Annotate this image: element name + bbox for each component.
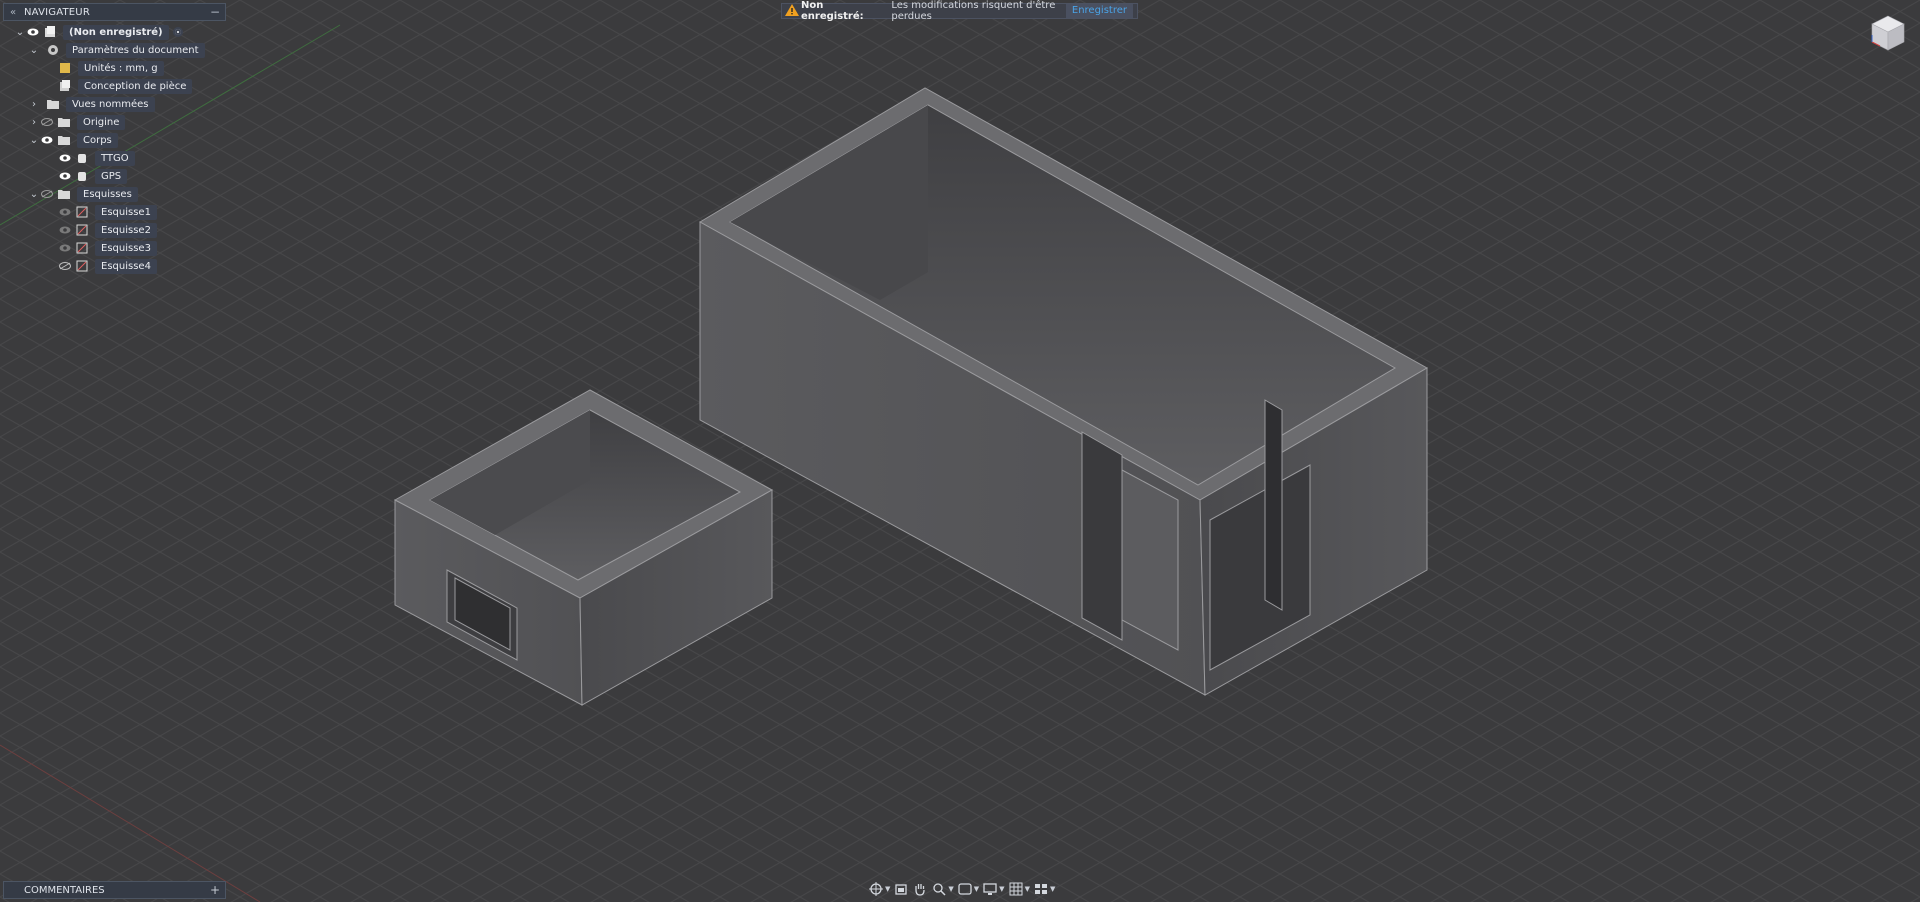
tree-item-label: Esquisse2	[95, 222, 157, 238]
minimize-panel-button[interactable]: −	[205, 5, 225, 19]
tree-item-label: Esquisse4	[95, 258, 157, 274]
tree-item-sketch-4[interactable]: Esquisse4	[58, 258, 157, 274]
3d-viewport[interactable]	[0, 0, 1920, 902]
warning-icon	[785, 3, 799, 19]
chevron-down-icon[interactable]: ▼	[1025, 885, 1030, 893]
eye-hidden-icon[interactable]	[58, 260, 72, 272]
unsaved-notification: Non enregistré: Les modifications risque…	[781, 0, 1138, 22]
look-at-button[interactable]	[893, 881, 909, 897]
sketch-icon	[75, 223, 89, 237]
pan-button[interactable]	[912, 881, 928, 897]
folder-icon	[57, 115, 71, 129]
tree-item-sketch-3[interactable]: Esquisse3	[58, 240, 157, 256]
eye-icon[interactable]	[26, 26, 40, 38]
eye-icon[interactable]	[58, 152, 72, 164]
eye-dim-icon[interactable]	[58, 242, 72, 254]
tree-item-label: (Non enregistré)	[63, 24, 169, 40]
chevron-down-icon[interactable]: ⌄	[28, 45, 40, 56]
chevron-down-icon[interactable]: ⌄	[14, 27, 26, 38]
viewports-icon	[1034, 884, 1047, 894]
eye-dim-icon[interactable]	[58, 224, 72, 236]
chevron-right-icon[interactable]: ›	[28, 117, 40, 128]
grid-button[interactable]: ▼	[1008, 881, 1030, 897]
chevron-down-icon[interactable]: ⌄	[28, 189, 40, 200]
tree-item-label: TTGO	[95, 150, 135, 166]
sketch-icon	[75, 205, 89, 219]
tree-item-document[interactable]: ⌄ (Non enregistré)	[14, 24, 183, 40]
notification-title: Non enregistré:	[801, 0, 864, 22]
tree-item-label: Esquisse3	[95, 240, 157, 256]
tree-item-label: Esquisse1	[95, 204, 157, 220]
gear-icon	[46, 43, 60, 57]
eye-icon[interactable]	[40, 134, 54, 146]
part-design-icon	[58, 79, 72, 93]
active-radio-icon[interactable]	[172, 27, 183, 37]
browser-panel-header: « NAVIGATEUR −	[3, 3, 226, 21]
tree-item-body-gps[interactable]: GPS	[58, 168, 128, 184]
tree-item-label: Vues nommées	[66, 96, 155, 112]
chevron-down-icon[interactable]: ▼	[885, 885, 890, 893]
chevron-down-icon[interactable]: ⌄	[28, 135, 40, 146]
tree-item-units[interactable]: Unités : mm, g	[58, 60, 164, 76]
tree-item-part-design[interactable]: Conception de pièce	[58, 78, 193, 94]
tree-item-body-ttgo[interactable]: TTGO	[58, 150, 135, 166]
eye-icon[interactable]	[58, 170, 72, 182]
folder-icon	[57, 187, 71, 201]
display-mode-icon	[958, 883, 972, 895]
tree-item-named-views[interactable]: › Vues nommées	[28, 96, 155, 112]
pan-icon	[915, 884, 926, 896]
tree-item-sketch-2[interactable]: Esquisse2	[58, 222, 157, 238]
tree-item-label: GPS	[95, 168, 128, 184]
tree-item-label: Corps	[77, 132, 118, 148]
chevron-down-icon[interactable]: ▼	[948, 885, 953, 893]
display-mode-button[interactable]: ▼	[957, 881, 979, 897]
orbit-button[interactable]: ▼	[868, 881, 890, 897]
tree-item-bodies[interactable]: ⌄ Corps	[28, 132, 118, 148]
comments-panel-header[interactable]: COMMENTAIRES +	[3, 881, 226, 899]
tree-item-label: Conception de pièce	[78, 78, 193, 94]
tree-item-sketch-1[interactable]: Esquisse1	[58, 204, 157, 220]
view-cube[interactable]	[1868, 13, 1908, 53]
sketch-icon	[75, 241, 89, 255]
navigation-toolbar: ▼ ▼ ▼ ▼ ▼ ▼	[868, 878, 1055, 900]
eye-dim-icon[interactable]	[58, 206, 72, 218]
add-comment-button[interactable]: +	[205, 883, 225, 897]
tree-item-sketches[interactable]: ⌄ Esquisses	[28, 186, 138, 202]
zoom-icon	[933, 883, 946, 896]
eye-hidden-icon[interactable]	[40, 116, 54, 128]
visual-style-button[interactable]: ▼	[982, 881, 1005, 897]
eye-hidden-icon[interactable]	[40, 188, 54, 200]
collapse-panel-button[interactable]: «	[4, 7, 22, 18]
tree-item-label: Origine	[77, 114, 126, 130]
chevron-right-icon[interactable]: ›	[28, 99, 40, 110]
notification-message: Les modifications risquent d'être perdue…	[891, 0, 1056, 22]
grid-icon	[1009, 882, 1023, 896]
chevron-down-icon[interactable]: ▼	[974, 885, 979, 893]
tree-item-origin[interactable]: › Origine	[28, 114, 126, 130]
tree-item-document-settings[interactable]: ⌄ Paramètres du document	[28, 42, 205, 58]
tree-item-label: Paramètres du document	[66, 42, 205, 58]
folder-icon	[57, 133, 71, 147]
chevron-down-icon[interactable]: ▼	[999, 885, 1004, 893]
zoom-button[interactable]: ▼	[931, 881, 954, 897]
look-at-icon	[895, 884, 908, 895]
viewports-button[interactable]: ▼	[1033, 881, 1055, 897]
chevron-down-icon[interactable]: ▼	[1050, 885, 1055, 893]
orbit-icon	[869, 882, 883, 896]
folder-icon	[46, 97, 60, 111]
visual-style-icon	[983, 883, 997, 895]
browser-title: NAVIGATEUR	[24, 6, 90, 18]
tree-item-label: Esquisses	[77, 186, 138, 202]
comments-title: COMMENTAIRES	[24, 884, 105, 896]
units-icon	[58, 61, 72, 75]
document-icon	[43, 25, 57, 39]
save-button[interactable]: Enregistrer	[1065, 4, 1133, 18]
sketch-icon	[75, 259, 89, 273]
body-icon	[75, 151, 89, 165]
body-icon	[75, 169, 89, 183]
tree-item-label: Unités : mm, g	[78, 60, 164, 76]
